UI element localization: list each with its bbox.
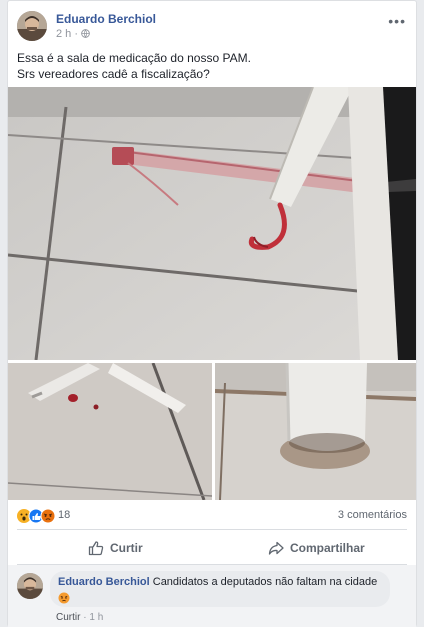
post-text-line-1: Essa é a sala de medicação do nosso PAM. (17, 51, 251, 65)
post-time[interactable]: 2 h (56, 28, 71, 40)
comment-line: Eduardo Berchiol Candidatos a deputados … (58, 576, 377, 588)
meta-separator: · (74, 28, 79, 40)
comment-author[interactable]: Eduardo Berchiol (58, 576, 150, 588)
share-label: Compartilhar (290, 541, 365, 555)
comment-bubble: Eduardo Berchiol Candidatos a deputados … (50, 571, 390, 607)
photo-grid (8, 87, 416, 500)
comment-section: Eduardo Berchiol Candidatos a deputados … (8, 565, 416, 627)
angry-emoji-icon (58, 591, 70, 609)
comment-time[interactable]: 1 h (89, 612, 103, 623)
commenter-avatar[interactable] (17, 573, 43, 599)
globe-icon (81, 28, 90, 40)
comment-separator: · (83, 612, 87, 623)
author-avatar[interactable] (17, 11, 47, 41)
author-name[interactable]: Eduardo Berchiol (56, 12, 156, 26)
photo-floor-blood-drops[interactable] (8, 363, 212, 500)
post-card: Eduardo Berchiol 2 h · ••• Essa é a sala… (7, 0, 417, 627)
comment-text: Candidatos a deputados não faltam na cid… (152, 576, 378, 588)
comment-actions: Curtir · 1 h (56, 612, 103, 623)
post-stats: 18 3 comentários (17, 507, 407, 525)
share-button[interactable]: Compartilhar (268, 534, 378, 562)
reaction-icons[interactable] (17, 508, 57, 524)
post-meta: 2 h · (56, 28, 90, 40)
comments-count[interactable]: 3 comentários (338, 509, 407, 521)
divider-top (17, 529, 407, 530)
comment-like-button[interactable]: Curtir (56, 612, 80, 623)
post-text: Essa é a sala de medicação do nosso PAM.… (17, 50, 407, 82)
post-header: Eduardo Berchiol 2 h · ••• (17, 11, 407, 43)
like-button[interactable]: Curtir (88, 534, 188, 562)
post-text-line-2: Srs vereadores cadê a fiscalização? (17, 67, 210, 81)
like-icon (88, 540, 104, 559)
photo-floor-blood-stain[interactable] (8, 87, 416, 360)
reaction-count[interactable]: 18 (58, 509, 70, 521)
share-icon (268, 540, 284, 559)
more-icon[interactable]: ••• (388, 13, 406, 29)
like-label: Curtir (110, 541, 143, 555)
photo-chair-leg-rust[interactable] (215, 363, 416, 500)
